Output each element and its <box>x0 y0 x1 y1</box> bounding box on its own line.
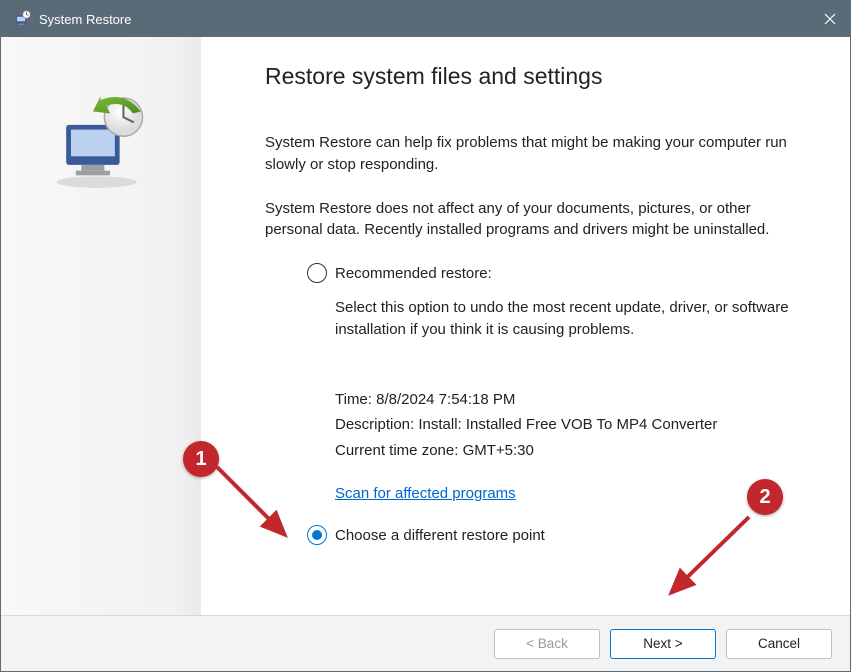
page-heading: Restore system files and settings <box>265 63 794 90</box>
close-button[interactable] <box>810 1 850 37</box>
info-description: Description: Install: Installed Free VOB… <box>335 412 794 438</box>
recommended-restore-option[interactable]: Recommended restore: <box>307 263 794 283</box>
time-label: Time: <box>335 391 372 408</box>
main-panel: Restore system files and settings System… <box>201 37 850 615</box>
titlebar: System Restore <box>1 1 850 37</box>
description-label: Description: <box>335 416 414 433</box>
intro-paragraph-2: System Restore does not affect any of yo… <box>265 198 794 242</box>
restore-point-info: Time: 8/8/2024 7:54:18 PM Description: I… <box>335 387 794 464</box>
footer-buttons: < Back Next > Cancel <box>1 615 850 671</box>
intro-paragraph-1: System Restore can help fix problems tha… <box>265 132 794 176</box>
scan-affected-programs-link[interactable]: Scan for affected programs <box>335 485 516 502</box>
window-title: System Restore <box>39 12 131 27</box>
timezone-label: Current time zone: <box>335 442 458 459</box>
window-frame: System Restore <box>0 0 851 672</box>
options-group: Recommended restore: Select this option … <box>307 263 794 545</box>
choose-different-option[interactable]: Choose a different restore point <box>307 525 794 545</box>
restore-graphic-icon <box>49 92 154 192</box>
choose-different-label: Choose a different restore point <box>335 527 545 544</box>
annotation-badge-1: 1 <box>183 441 219 477</box>
choose-different-radio[interactable] <box>307 525 327 545</box>
timezone-value: GMT+5:30 <box>463 442 534 459</box>
content-area: Restore system files and settings System… <box>1 37 850 615</box>
titlebar-left: System Restore <box>13 10 131 28</box>
next-button[interactable]: Next > <box>610 629 716 659</box>
description-value: Install: Installed Free VOB To MP4 Conve… <box>418 416 717 433</box>
close-icon <box>824 13 836 25</box>
info-time: Time: 8/8/2024 7:54:18 PM <box>335 387 794 413</box>
system-restore-icon <box>13 10 31 28</box>
time-value: 8/8/2024 7:54:18 PM <box>376 391 515 408</box>
info-timezone: Current time zone: GMT+5:30 <box>335 438 794 464</box>
back-button: < Back <box>494 629 600 659</box>
recommended-radio[interactable] <box>307 263 327 283</box>
cancel-button[interactable]: Cancel <box>726 629 832 659</box>
sidebar <box>1 37 201 615</box>
recommended-label: Recommended restore: <box>335 265 492 282</box>
recommended-description: Select this option to undo the most rece… <box>335 297 794 341</box>
annotation-badge-2: 2 <box>747 479 783 515</box>
